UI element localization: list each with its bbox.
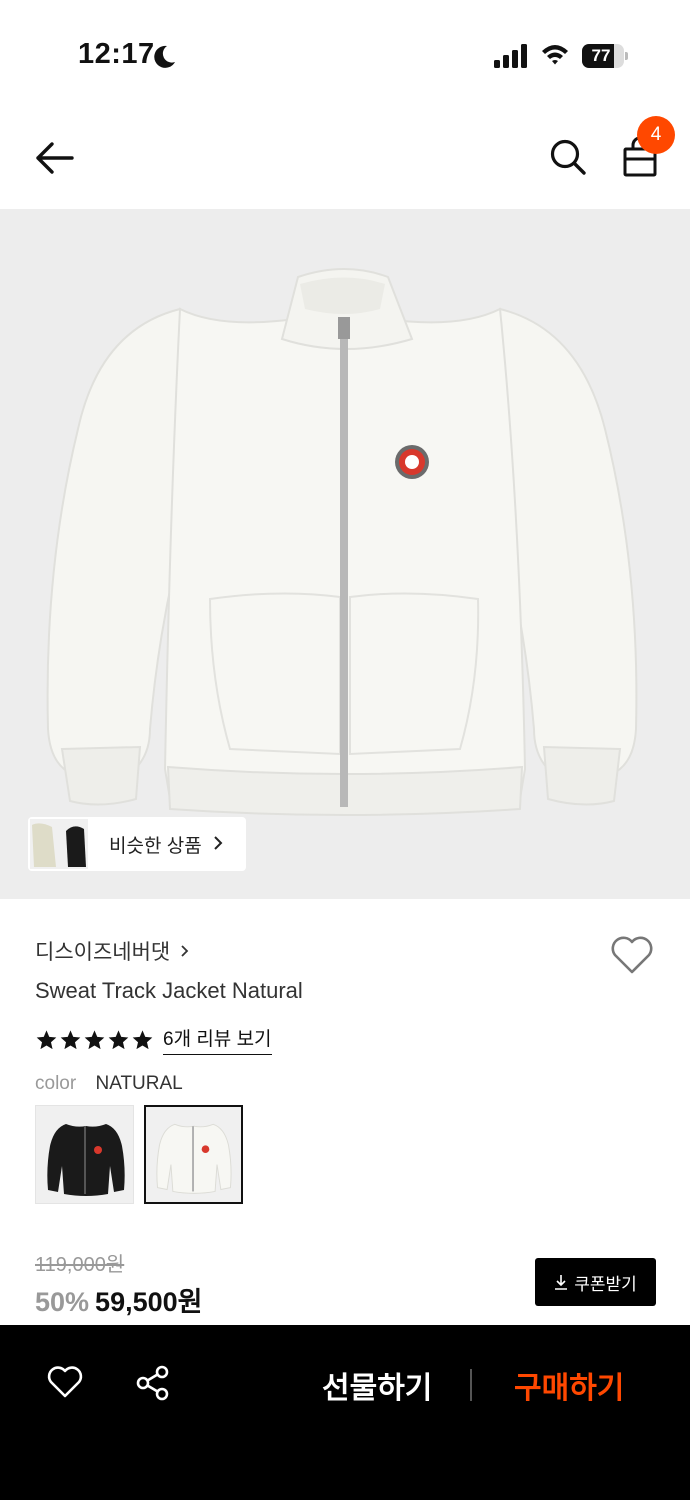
cart-count-badge: 4 (637, 116, 675, 154)
similar-product-thumbnail (30, 819, 88, 869)
bottom-action-bar: 선물하기 구매하기 (0, 1325, 690, 1500)
heart-icon[interactable] (46, 1365, 84, 1399)
review-link[interactable]: 6개 리뷰 보기 (163, 1024, 272, 1055)
product-title: Sweat Track Jacket Natural (35, 978, 303, 1003)
color-value: NATURAL (95, 1073, 183, 1094)
wifi-icon (542, 45, 568, 65)
product-main-image[interactable]: 비슷한 상품 (0, 209, 690, 899)
buy-button[interactable]: 구매하기 (514, 1363, 624, 1407)
moon-icon (154, 45, 175, 68)
gift-button[interactable]: 선물하기 (322, 1363, 432, 1407)
rating-row: 6개 리뷰 보기 (35, 1024, 272, 1055)
coupon-button-label: 쿠폰받기 (574, 1274, 637, 1294)
search-icon[interactable] (549, 138, 587, 176)
star-icon (132, 1029, 153, 1049)
star-icon (60, 1029, 81, 1049)
chevron-right-icon (181, 945, 189, 957)
star-icon (84, 1029, 105, 1049)
color-option-natural[interactable] (144, 1105, 243, 1204)
similar-products-label: 비슷한 상품 (109, 836, 202, 857)
battery-percentage: 77 (591, 46, 611, 65)
brand-link[interactable]: 디스이즈네버댓 (35, 936, 190, 966)
coupon-button[interactable]: 쿠폰받기 (535, 1258, 656, 1306)
brand-name: 디스이즈네버댓 (35, 941, 171, 964)
star-icon (36, 1029, 57, 1049)
star-icon (108, 1029, 129, 1049)
status-bar: 12:17 77 (0, 0, 690, 100)
back-arrow-icon[interactable] (34, 140, 74, 176)
divider (470, 1369, 472, 1401)
chevron-right-icon (214, 836, 223, 850)
color-label: color (35, 1073, 77, 1094)
download-icon (555, 1275, 568, 1290)
status-time: 12:17 (78, 38, 155, 70)
cellular-signal-icon (494, 44, 527, 68)
battery-icon: 77 (582, 44, 628, 68)
color-option-black[interactable] (35, 1105, 134, 1204)
similar-products-button[interactable]: 비슷한 상품 (28, 817, 246, 871)
original-price: 119,000원 (35, 1254, 125, 1276)
share-icon[interactable] (135, 1365, 171, 1401)
final-price: 59,500원 (95, 1287, 203, 1317)
rating-stars (35, 1029, 155, 1051)
price-row: 50% 59,500원 (35, 1280, 202, 1319)
heart-icon[interactable] (609, 934, 655, 976)
top-navigation (0, 110, 690, 206)
product-detail-page: 12:17 77 4 비슷한 상품 디스이즈네버댓 Sweat Track Ja… (0, 0, 690, 1500)
jacket-illustration (46, 268, 638, 816)
color-row: color NATURAL (35, 1073, 183, 1095)
discount-rate: 50% (35, 1287, 90, 1317)
